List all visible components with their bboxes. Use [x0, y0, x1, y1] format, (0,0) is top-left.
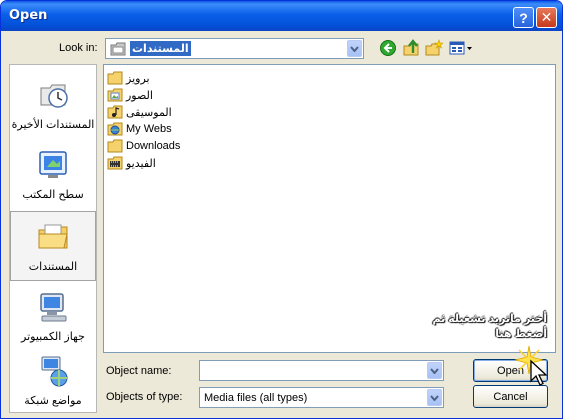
file-name: برويز: [126, 72, 150, 85]
object-name-field[interactable]: [199, 360, 444, 381]
list-item[interactable]: الموسيقى: [107, 104, 172, 120]
place-desktop[interactable]: سطح المكتب: [10, 140, 96, 210]
look-in-combo[interactable]: المستندات: [105, 38, 364, 59]
place-label: سطح المكتب: [22, 189, 84, 201]
chevron-down-icon: [430, 394, 439, 401]
place-my-documents[interactable]: المستندات: [10, 211, 96, 281]
video-folder-icon: [107, 156, 123, 170]
up-folder-icon[interactable]: [402, 39, 420, 57]
place-label: مواضع شبكة: [24, 395, 82, 407]
object-name-dropdown-button[interactable]: [427, 362, 442, 379]
list-item[interactable]: الصور: [107, 87, 153, 103]
places-bar: المستندات الأخيرة سطح المكتب المستندات ج…: [9, 64, 97, 413]
place-label: جهاز الكمبيوتر: [21, 331, 85, 343]
my-computer-icon: [40, 293, 67, 322]
place-label: المستندات: [28, 261, 78, 273]
my-documents-icon: [38, 224, 68, 249]
close-icon: ✕: [540, 9, 553, 25]
back-icon[interactable]: [379, 39, 397, 57]
view-menu-icon[interactable]: [449, 39, 473, 57]
list-item[interactable]: Downloads: [107, 138, 180, 154]
file-name: الفيديو: [126, 157, 156, 170]
object-type-value: Media files (all types): [204, 392, 308, 404]
list-item[interactable]: My Webs: [107, 121, 172, 137]
place-network[interactable]: مواضع شبكة: [10, 346, 96, 412]
folder-icon: [107, 139, 123, 153]
object-type-label: Objects of type:: [106, 391, 183, 403]
recent-documents-icon: [40, 84, 68, 108]
title-bar[interactable]: Open ? ✕: [1, 1, 562, 31]
place-my-computer[interactable]: جهاز الكمبيوتر: [10, 282, 96, 352]
music-folder-icon: [107, 105, 123, 119]
chevron-down-icon: [430, 367, 439, 374]
webs-folder-icon: [107, 122, 123, 136]
file-list[interactable]: برويز الصور الموسيقى My Webs Downloads ا…: [103, 64, 556, 353]
help-button[interactable]: ?: [513, 7, 534, 28]
file-name: Downloads: [126, 140, 181, 152]
pictures-folder-icon: [107, 88, 123, 102]
network-places-icon: [41, 356, 68, 387]
file-name: الصور: [126, 89, 153, 102]
folder-icon: [107, 71, 123, 85]
list-item[interactable]: برويز: [107, 70, 150, 86]
chevron-down-icon: [350, 45, 359, 52]
documents-folder-icon: [110, 42, 126, 56]
help-icon: ?: [519, 9, 528, 26]
cancel-button-label: Cancel: [493, 390, 528, 403]
object-type-select[interactable]: Media files (all types): [199, 387, 444, 408]
annotation-line-1: أختر ماتريد تشغيلة ثم: [432, 313, 547, 325]
new-folder-icon[interactable]: [425, 39, 443, 57]
close-button[interactable]: ✕: [536, 7, 557, 28]
file-name: الموسيقى: [126, 106, 172, 119]
mouse-cursor-icon: [530, 359, 548, 386]
tutorial-annotation: أختر ماتريد تشغيلة ثم أضغط هنا: [419, 312, 547, 342]
place-recent-documents[interactable]: المستندات الأخيرة: [10, 70, 96, 140]
desktop-icon: [39, 151, 67, 178]
look-in-value: المستندات: [130, 41, 191, 56]
place-label: المستندات الأخيرة: [11, 119, 95, 131]
look-in-label: Look in:: [59, 42, 98, 54]
annotation-line-2: أضغط هنا: [495, 328, 547, 340]
list-item[interactable]: الفيديو: [107, 155, 156, 171]
open-dialog: Open ? ✕ Look in: المستندات المستندات ال…: [0, 0, 563, 419]
file-name: My Webs: [126, 123, 172, 135]
object-name-label: Object name:: [106, 365, 172, 377]
object-type-dropdown-button[interactable]: [427, 389, 442, 406]
window-title: Open: [9, 8, 48, 23]
look-in-dropdown-button[interactable]: [347, 40, 362, 57]
